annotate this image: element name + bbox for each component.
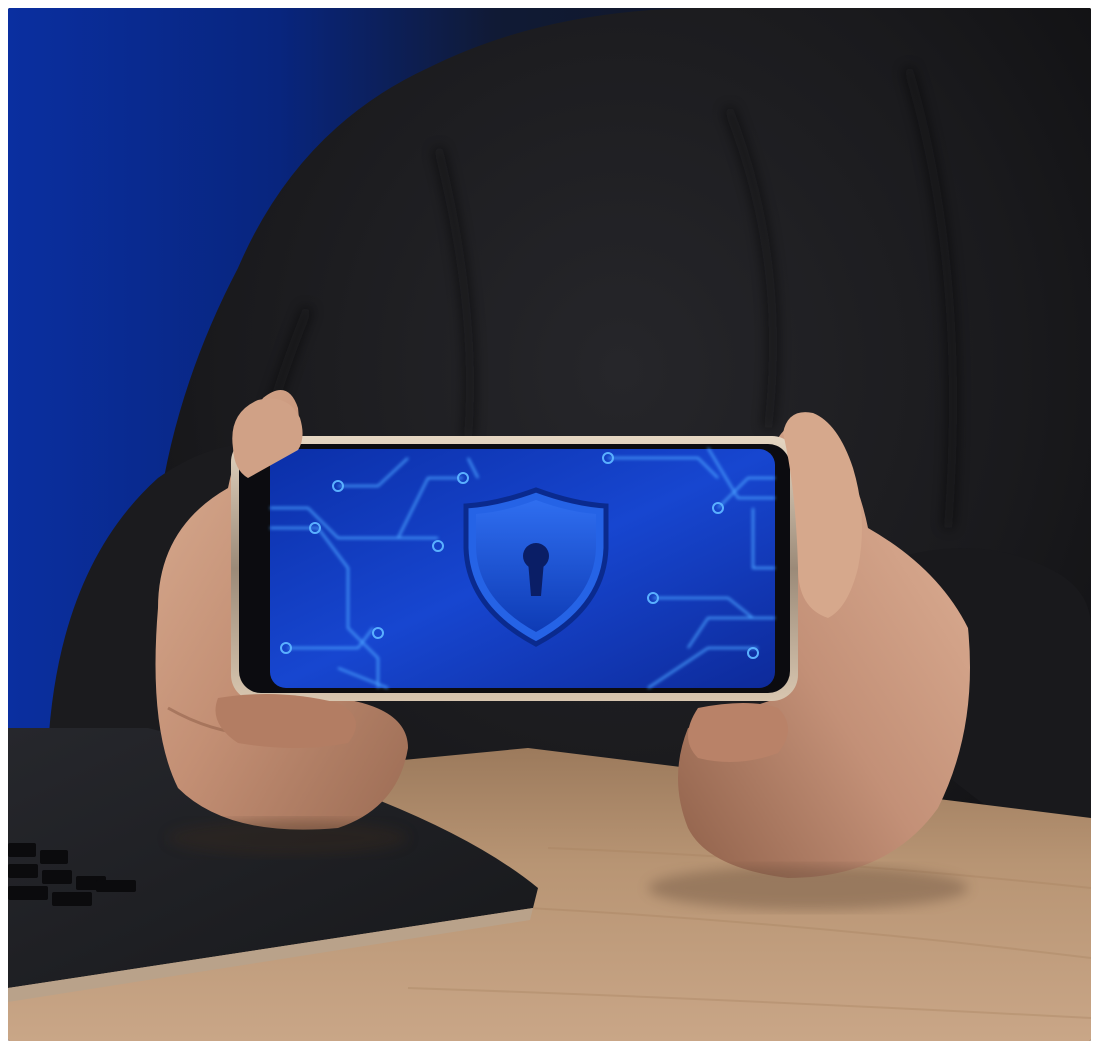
photo-scene (8, 8, 1091, 1041)
smartphone (231, 436, 798, 701)
right-fingers (688, 703, 788, 762)
photo-frame (8, 8, 1091, 1041)
